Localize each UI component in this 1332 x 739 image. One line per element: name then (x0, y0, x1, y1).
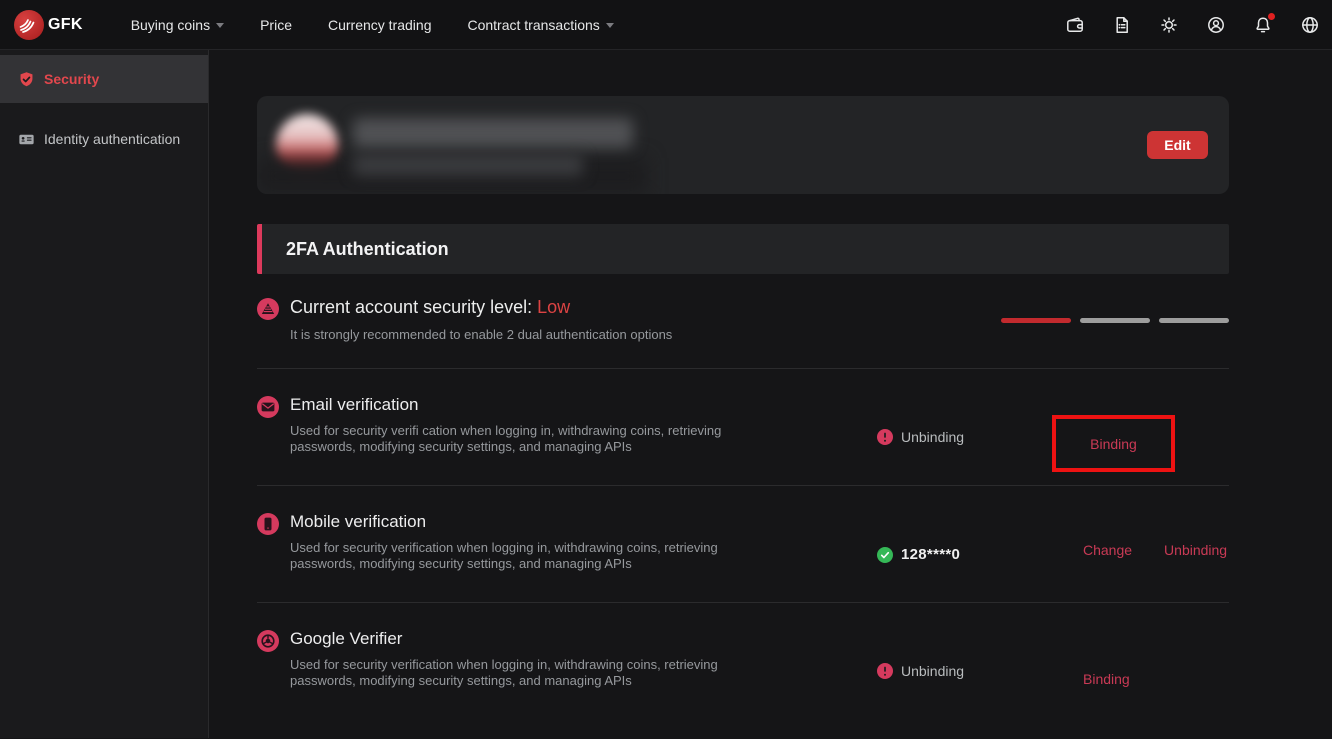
sidebar: Security Identity authentication (0, 50, 209, 738)
mobile-phone-icon (257, 513, 279, 535)
annotation-highlight-box: Binding (1052, 415, 1175, 472)
security-level-row: Current account security level: Low It i… (257, 274, 1229, 368)
email-binding-link[interactable]: Binding (1090, 436, 1137, 452)
check-circle-icon (877, 547, 893, 563)
main-nav: Buying coins Price Currency trading Cont… (131, 17, 614, 33)
security-level-hint: It is strongly recommended to enable 2 d… (290, 327, 672, 342)
sidebar-item-label: Security (44, 71, 99, 87)
meter-segment (1001, 318, 1071, 323)
email-icon (257, 396, 279, 418)
meter-segment (1159, 318, 1229, 323)
security-level-title: Current account security level: Low (290, 297, 672, 318)
mobile-unbinding-link[interactable]: Unbinding (1164, 542, 1227, 558)
row-title: Mobile verification (290, 512, 768, 532)
nav-currency-trading[interactable]: Currency trading (328, 17, 432, 33)
twofa-section-header: 2FA Authentication (257, 224, 1229, 274)
mobile-verification-row: Mobile verification Used for security ve… (257, 485, 1229, 602)
security-level-icon (257, 298, 279, 320)
row-title: Google Verifier (290, 629, 768, 649)
google-authenticator-icon (257, 630, 279, 652)
nav-label: Currency trading (328, 17, 432, 33)
nav-label: Buying coins (131, 17, 210, 33)
document-icon[interactable] (1112, 15, 1132, 35)
mobile-change-link[interactable]: Change (1083, 542, 1132, 558)
row-title: Email verification (290, 395, 768, 415)
nav-label: Contract transactions (467, 17, 599, 33)
masked-phone-number: 128****0 (901, 546, 960, 563)
sidebar-item-security[interactable]: Security (0, 55, 208, 103)
security-level-meter (989, 274, 1229, 368)
row-description: Used for security verification when logg… (290, 540, 768, 572)
brand[interactable]: GFK (14, 10, 83, 40)
nav-label: Price (260, 17, 292, 33)
security-page: Edit 2FA Authentication Current account … (209, 50, 1332, 738)
edit-button[interactable]: Edit (1147, 131, 1208, 159)
top-navbar: GFK Buying coins Price Currency trading … (0, 0, 1332, 50)
warning-icon (877, 429, 893, 445)
section-title: 2FA Authentication (286, 239, 449, 260)
status-text: Unbinding (901, 663, 964, 679)
profile-name-blurred (353, 118, 633, 148)
nav-contract-transactions[interactable]: Contract transactions (467, 17, 613, 33)
notifications-bell-icon[interactable] (1253, 15, 1273, 35)
navbar-actions (1065, 15, 1320, 35)
nav-buying-coins[interactable]: Buying coins (131, 17, 224, 33)
account-icon[interactable] (1206, 15, 1226, 35)
google-status: Unbinding (877, 629, 1052, 679)
notification-dot (1268, 13, 1275, 20)
mobile-status: 128****0 (877, 512, 1052, 563)
warning-icon (877, 663, 893, 679)
sidebar-item-label: Identity authentication (44, 131, 180, 147)
gfk-logo-icon (14, 10, 44, 40)
language-globe-icon[interactable] (1300, 15, 1320, 35)
row-description: Used for security verifi cation when log… (290, 423, 768, 455)
security-level-value: Low (537, 297, 570, 317)
sidebar-item-identity-authentication[interactable]: Identity authentication (0, 115, 208, 163)
chevron-down-icon (216, 23, 224, 28)
email-status: Unbinding (877, 395, 1052, 445)
google-binding-link[interactable]: Binding (1083, 671, 1130, 687)
chevron-down-icon (606, 23, 614, 28)
wallet-icon[interactable] (1065, 15, 1085, 35)
theme-sun-icon[interactable] (1159, 15, 1179, 35)
email-verification-row: Email verification Used for security ver… (257, 368, 1229, 485)
nav-price[interactable]: Price (260, 17, 292, 33)
brand-name: GFK (48, 16, 83, 34)
profile-card: Edit (257, 96, 1229, 194)
row-description: Used for security verification when logg… (290, 657, 768, 689)
google-verifier-row: Google Verifier Used for security verifi… (257, 602, 1229, 719)
shield-check-icon (18, 71, 35, 88)
id-card-icon (18, 131, 35, 148)
profile-id-blurred (353, 154, 583, 176)
status-text: Unbinding (901, 429, 964, 445)
meter-segment (1080, 318, 1150, 323)
